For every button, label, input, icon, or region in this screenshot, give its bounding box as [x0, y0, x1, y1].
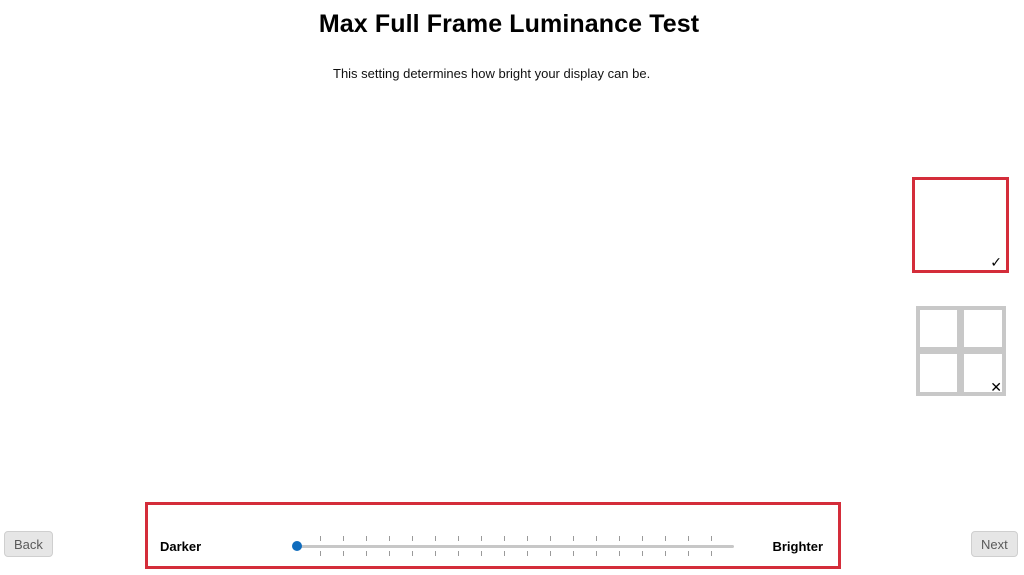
- slider-tick: [573, 536, 574, 541]
- slider-tick: [412, 536, 413, 541]
- brightness-slider-panel: Darker Brighter: [145, 502, 841, 569]
- next-button[interactable]: Next: [971, 531, 1018, 557]
- slider-tick: [619, 536, 620, 541]
- slider-tick: [688, 551, 689, 556]
- slider-tick: [343, 536, 344, 541]
- page-description: This setting determines how bright your …: [333, 66, 651, 81]
- back-button[interactable]: Back: [4, 531, 53, 557]
- calibration-page: Max Full Frame Luminance Test This setti…: [0, 0, 1024, 575]
- slider-tick: [550, 551, 551, 556]
- slider-tick: [435, 536, 436, 541]
- checkmark-icon: ✓: [990, 254, 1002, 270]
- slider-min-label: Darker: [160, 539, 202, 554]
- slider-tick: [366, 551, 367, 556]
- slider-tick: [389, 551, 390, 556]
- slider-tick: [458, 551, 459, 556]
- slider-tick: [642, 536, 643, 541]
- slider-tick: [596, 536, 597, 541]
- slider-tick: [550, 536, 551, 541]
- slider-tick: [688, 536, 689, 541]
- grid-cell: [920, 310, 957, 347]
- slider-max-label: Brighter: [772, 539, 823, 554]
- slider-tick: [619, 551, 620, 556]
- slider-tick: [711, 551, 712, 556]
- slider-tick: [320, 551, 321, 556]
- slider-tick: [504, 536, 505, 541]
- slider-track[interactable]: [297, 545, 734, 548]
- slider-tick: [711, 536, 712, 541]
- reference-incorrect-image: ✕: [916, 306, 1006, 396]
- slider-tick: [642, 551, 643, 556]
- slider-tick: [320, 536, 321, 541]
- slider-tick: [366, 536, 367, 541]
- slider-tick: [665, 551, 666, 556]
- slider-tick: [435, 551, 436, 556]
- reference-correct-image: ✓: [912, 177, 1009, 273]
- slider-tick: [527, 536, 528, 541]
- slider-tick: [665, 536, 666, 541]
- slider-tick: [481, 551, 482, 556]
- slider-tick: [596, 551, 597, 556]
- slider-tick: [504, 551, 505, 556]
- grid-cell: [920, 354, 957, 392]
- grid-cell: [964, 310, 1002, 347]
- brightness-slider[interactable]: [292, 535, 740, 556]
- slider-tick: [412, 551, 413, 556]
- slider-thumb[interactable]: [292, 541, 302, 551]
- page-title: Max Full Frame Luminance Test: [318, 10, 700, 38]
- slider-tick: [573, 551, 574, 556]
- slider-tick: [481, 536, 482, 541]
- slider-tick: [389, 536, 390, 541]
- x-icon: ✕: [990, 379, 1002, 395]
- slider-tick: [343, 551, 344, 556]
- slider-tick: [458, 536, 459, 541]
- slider-tick: [527, 551, 528, 556]
